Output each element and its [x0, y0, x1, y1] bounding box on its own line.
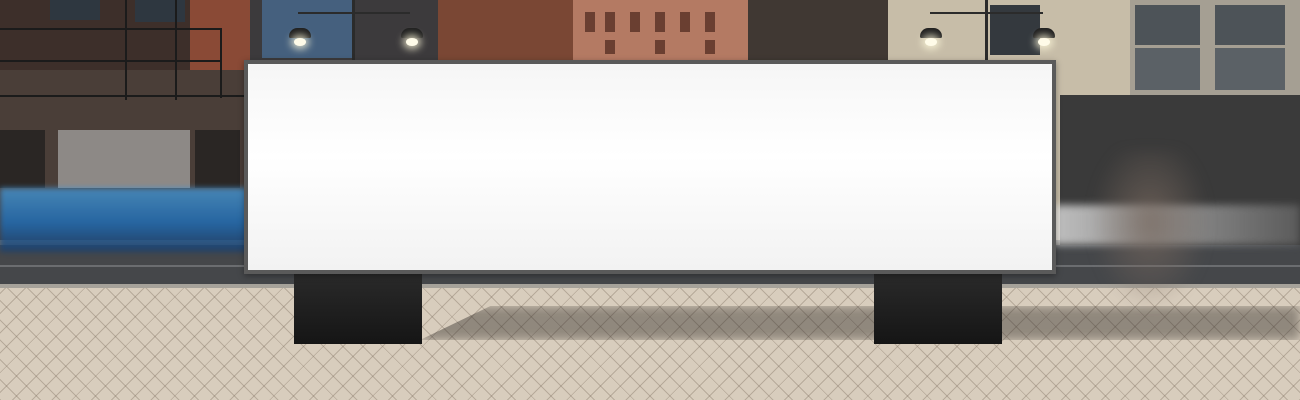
fire-escape-rail [0, 60, 222, 62]
window [630, 12, 640, 32]
window [655, 40, 665, 54]
storefront-window [195, 130, 240, 188]
street-lamp-arm [930, 12, 986, 14]
window [705, 40, 715, 54]
billboard-leg-left [294, 274, 422, 344]
fire-escape-ladder [175, 0, 177, 100]
street-lamp-arm [298, 12, 354, 14]
street-lamp-pole [352, 0, 355, 60]
street-lamp-icon [920, 28, 942, 38]
window [135, 0, 185, 22]
billboard-blank-panel [248, 64, 1052, 270]
fire-escape-rail [0, 28, 222, 30]
window [1215, 5, 1285, 45]
window [50, 0, 100, 20]
billboard-shadow [420, 306, 1300, 340]
billboard-frame [244, 60, 1056, 274]
street-scene [0, 0, 1300, 400]
motion-blur-car [0, 188, 250, 252]
storefront-window [0, 130, 45, 188]
street-lamp-pole [985, 0, 988, 60]
window [585, 12, 595, 32]
street-lamp-light [294, 38, 306, 46]
window [680, 12, 690, 32]
street-lamp-icon [1033, 28, 1055, 38]
street-lamp-light [925, 38, 937, 46]
window [605, 12, 615, 32]
building-mid-right [748, 0, 888, 62]
street-lamp-icon [401, 28, 423, 38]
window [655, 12, 665, 32]
fire-escape-post [220, 28, 222, 98]
window [1215, 48, 1285, 90]
street-lamp-arm [354, 12, 410, 14]
motion-blur-pedestrian [1090, 150, 1210, 310]
street-lamp-light [1038, 38, 1050, 46]
fire-escape-ladder [125, 0, 127, 100]
billboard-leg-right [874, 274, 1002, 344]
window [705, 12, 715, 32]
garage-door [58, 130, 190, 188]
building-brick-center-left [438, 0, 573, 62]
street-lamp-arm [987, 12, 1043, 14]
window [1135, 5, 1200, 45]
window [605, 40, 615, 54]
street-lamp-icon [289, 28, 311, 38]
street-lamp-light [406, 38, 418, 46]
window [1135, 48, 1200, 90]
